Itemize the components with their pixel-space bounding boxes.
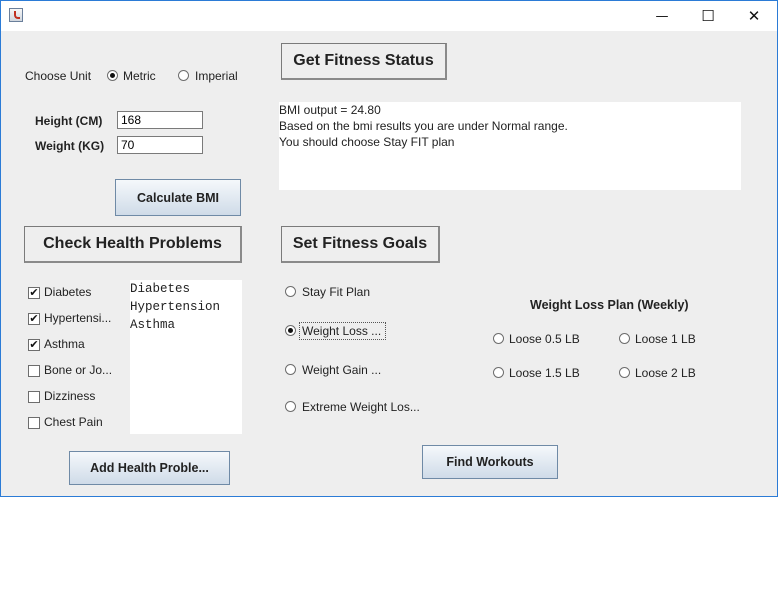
dizziness-label[interactable]: Dizziness — [44, 389, 95, 403]
hypertension-checkbox[interactable]: ✔ — [28, 313, 40, 325]
loose-half-lb-label[interactable]: Loose 0.5 LB — [509, 332, 580, 346]
weight-gain-radio[interactable] — [285, 364, 296, 375]
weight-input[interactable] — [117, 136, 203, 154]
bmi-output-line: BMI output = 24.80 — [279, 103, 381, 117]
loose-1-lb-label[interactable]: Loose 1 LB — [635, 332, 696, 346]
calculate-bmi-button[interactable]: Calculate BMI — [115, 179, 241, 216]
loose-1-5-lb-radio[interactable] — [493, 367, 504, 378]
minimize-button[interactable]: — — [639, 1, 685, 31]
height-label: Height (CM) — [35, 114, 103, 128]
maximize-button[interactable]: ☐ — [685, 1, 731, 31]
imperial-label[interactable]: Imperial — [195, 69, 238, 83]
app-window: — ☐ ✕ Choose Unit Metric Imperial Height… — [0, 0, 778, 497]
height-input[interactable] — [117, 111, 203, 129]
metric-radio[interactable] — [107, 70, 118, 81]
title-bar: — ☐ ✕ — [1, 1, 777, 31]
choose-unit-label: Choose Unit — [25, 69, 92, 83]
weight-loss-label[interactable]: Weight Loss ... — [302, 324, 381, 338]
close-button[interactable]: ✕ — [731, 1, 777, 31]
bmi-output-area[interactable]: BMI output = 24.80 Based on the bmi resu… — [279, 102, 741, 190]
bone-joint-label[interactable]: Bone or Jo... — [44, 363, 112, 377]
hypertension-label[interactable]: Hypertensi... — [44, 311, 111, 325]
loose-1-5-lb-label[interactable]: Loose 1.5 LB — [509, 366, 580, 380]
health-problems-list[interactable]: Diabetes Hypertension Asthma — [130, 280, 242, 434]
set-fitness-goals-button[interactable]: Set Fitness Goals — [281, 226, 440, 263]
weight-label: Weight (KG) — [35, 139, 105, 153]
bmi-plan-line: You should choose Stay FIT plan — [279, 135, 455, 149]
bone-joint-checkbox[interactable] — [28, 365, 40, 377]
stay-fit-label[interactable]: Stay Fit Plan — [302, 285, 370, 299]
list-item[interactable]: Diabetes — [130, 280, 242, 298]
weight-loss-plan-title: Weight Loss Plan (Weekly) — [530, 298, 689, 312]
asthma-label[interactable]: Asthma — [44, 337, 85, 351]
loose-half-lb-radio[interactable] — [493, 333, 504, 344]
imperial-radio[interactable] — [178, 70, 189, 81]
asthma-checkbox[interactable]: ✔ — [28, 339, 40, 351]
metric-label[interactable]: Metric — [123, 69, 156, 83]
java-app-icon — [9, 8, 23, 22]
diabetes-label[interactable]: Diabetes — [44, 285, 91, 299]
loose-2-lb-radio[interactable] — [619, 367, 630, 378]
weight-gain-label[interactable]: Weight Gain ... — [302, 363, 381, 377]
bmi-range-line: Based on the bmi results you are under N… — [279, 119, 568, 133]
find-workouts-button[interactable]: Find Workouts — [422, 445, 558, 479]
dizziness-checkbox[interactable] — [28, 391, 40, 403]
list-item[interactable]: Asthma — [130, 316, 242, 334]
list-item[interactable]: Hypertension — [130, 298, 242, 316]
weight-loss-radio[interactable] — [285, 325, 296, 336]
check-health-problems-button[interactable]: Check Health Problems — [24, 226, 242, 263]
extreme-weight-loss-label[interactable]: Extreme Weight Los... — [302, 400, 420, 414]
chest-pain-checkbox[interactable] — [28, 417, 40, 429]
loose-2-lb-label[interactable]: Loose 2 LB — [635, 366, 696, 380]
add-health-problem-button[interactable]: Add Health Proble... — [69, 451, 230, 485]
chest-pain-label[interactable]: Chest Pain — [44, 415, 103, 429]
loose-1-lb-radio[interactable] — [619, 333, 630, 344]
extreme-weight-loss-radio[interactable] — [285, 401, 296, 412]
get-fitness-status-button[interactable]: Get Fitness Status — [281, 43, 447, 80]
stay-fit-radio[interactable] — [285, 286, 296, 297]
diabetes-checkbox[interactable]: ✔ — [28, 287, 40, 299]
